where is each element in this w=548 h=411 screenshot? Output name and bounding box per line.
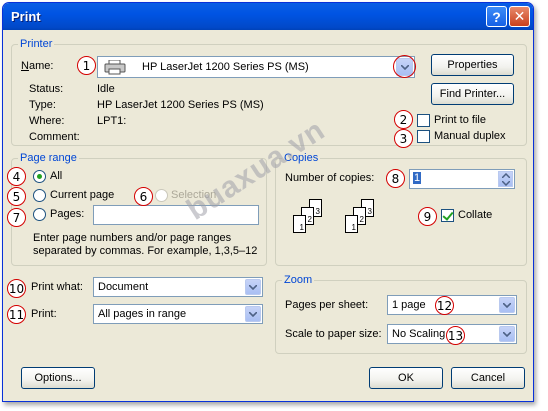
annotation-marker-7: 7 <box>7 208 26 227</box>
options-button[interactable]: Options... <box>21 367 95 389</box>
scale-to-paper-label: Scale to paper size: <box>285 328 382 340</box>
collated-pages-illustration: 3 2 1 <box>339 199 383 251</box>
page-range-hint-line1: Enter page numbers and/or page ranges <box>33 232 232 244</box>
type-value: HP LaserJet 1200 Series PS (MS) <box>97 99 264 111</box>
annotation-marker-1: 1 <box>77 56 96 75</box>
annotation-marker-9: 9 <box>418 207 437 226</box>
pages-per-sheet-label: Pages per sheet: <box>285 299 369 311</box>
chevron-down-icon[interactable] <box>502 181 510 186</box>
pages-input[interactable] <box>93 205 259 225</box>
annotation-marker-4: 4 <box>7 167 26 186</box>
print-scope-value: All pages in range <box>98 308 187 320</box>
find-printer-button[interactable]: Find Printer... <box>431 83 514 105</box>
chevron-down-icon[interactable] <box>499 297 515 313</box>
page-number: 3 <box>367 207 372 216</box>
printer-icon <box>104 60 126 75</box>
comment-label: Comment: <box>29 131 80 143</box>
page-number: 2 <box>359 215 364 224</box>
scale-to-paper-value: No Scaling <box>392 328 446 340</box>
find-printer-button-label: Find Printer... <box>439 88 506 100</box>
collate-label: Collate <box>458 209 493 221</box>
annotation-marker-3: 3 <box>394 129 413 148</box>
print-what-label: Print what: <box>31 281 83 293</box>
printer-name-value: HP LaserJet 1200 Series PS (MS) <box>142 61 309 73</box>
current-page-radio[interactable] <box>33 189 46 202</box>
cancel-button-label: Cancel <box>470 372 506 384</box>
properties-button[interactable]: Properties <box>431 54 514 76</box>
annotation-marker-11: 11 <box>7 305 26 324</box>
title-bar: Print ? ✕ <box>3 3 533 30</box>
pages-radio[interactable] <box>33 208 46 221</box>
print-what-select[interactable]: Document <box>93 277 263 297</box>
printer-group-label: Printer <box>18 38 55 50</box>
cancel-button[interactable]: Cancel <box>451 367 525 389</box>
status-value: Idle <box>97 83 115 95</box>
annotation-marker-13: 13 <box>446 326 465 345</box>
printer-name-label: Name: <box>21 60 54 72</box>
page-range-group-label: Page range <box>18 152 79 164</box>
number-of-copies-label: Number of copies: <box>285 172 375 184</box>
question-icon[interactable]: ? <box>486 6 507 27</box>
where-label: Where: <box>29 115 65 127</box>
close-icon[interactable]: ✕ <box>509 6 530 27</box>
manual-duplex-label: Manual duplex <box>434 130 506 142</box>
page-number: 2 <box>307 215 312 224</box>
print-dialog: Print ? ✕ Printer Name: HP LaserJet 1200… <box>2 2 534 402</box>
ok-button-label: OK <box>398 372 414 384</box>
annotation-marker-2: 2 <box>394 110 413 129</box>
chevron-down-icon[interactable] <box>499 326 515 342</box>
print-to-file-label: Print to file <box>434 114 486 126</box>
page-number: 3 <box>315 207 320 216</box>
window-title: Print <box>11 9 41 24</box>
collated-pages-illustration: 3 2 1 <box>287 199 331 251</box>
annotation-marker-5: 5 <box>7 187 26 206</box>
zoom-group-label: Zoom <box>282 274 315 286</box>
current-page-label: Current page <box>50 189 115 201</box>
selection-label: Selection <box>171 189 217 201</box>
all-pages-label: All <box>50 170 63 182</box>
collate-checkbox[interactable] <box>441 209 454 222</box>
page-range-hint-line2: separated by commas. For example, 1,3,5–… <box>33 245 258 257</box>
annotation-marker-12: 12 <box>435 296 454 315</box>
print-scope-label: Print: <box>31 308 57 320</box>
chevron-down-icon[interactable] <box>245 279 261 295</box>
annotation-marker-8: 8 <box>386 169 405 188</box>
type-label: Type: <box>29 99 56 111</box>
annotation-marker-10: 10 <box>7 279 26 298</box>
page-number: 1 <box>299 223 304 232</box>
properties-button-label: Properties <box>447 59 498 71</box>
chevron-up-icon[interactable] <box>502 173 510 178</box>
number-of-copies-value: 1 <box>413 172 422 184</box>
chevron-down-icon[interactable] <box>245 306 261 322</box>
options-button-label: Options... <box>34 372 82 384</box>
all-pages-radio[interactable] <box>33 170 46 183</box>
print-what-value: Document <box>98 281 149 293</box>
selection-radio[interactable] <box>155 189 168 202</box>
print-scope-select[interactable]: All pages in range <box>93 304 263 324</box>
ok-button[interactable]: OK <box>369 367 443 389</box>
number-of-copies-input[interactable]: 1 <box>409 169 515 189</box>
pages-per-sheet-value: 1 page <box>392 299 426 311</box>
copies-group-label: Copies <box>282 152 321 164</box>
annotation-marker-6: 6 <box>134 187 153 206</box>
manual-duplex-checkbox[interactable] <box>417 130 430 143</box>
page-number: 1 <box>351 223 356 232</box>
status-label: Status: <box>29 83 64 95</box>
pages-label: Pages: <box>50 208 85 220</box>
annotation-ring <box>393 55 416 78</box>
printer-name-select[interactable]: HP LaserJet 1200 Series PS (MS) <box>97 56 415 78</box>
copies-spinner[interactable] <box>498 171 513 187</box>
where-value: LPT1: <box>97 115 127 127</box>
print-to-file-checkbox[interactable] <box>417 114 430 127</box>
